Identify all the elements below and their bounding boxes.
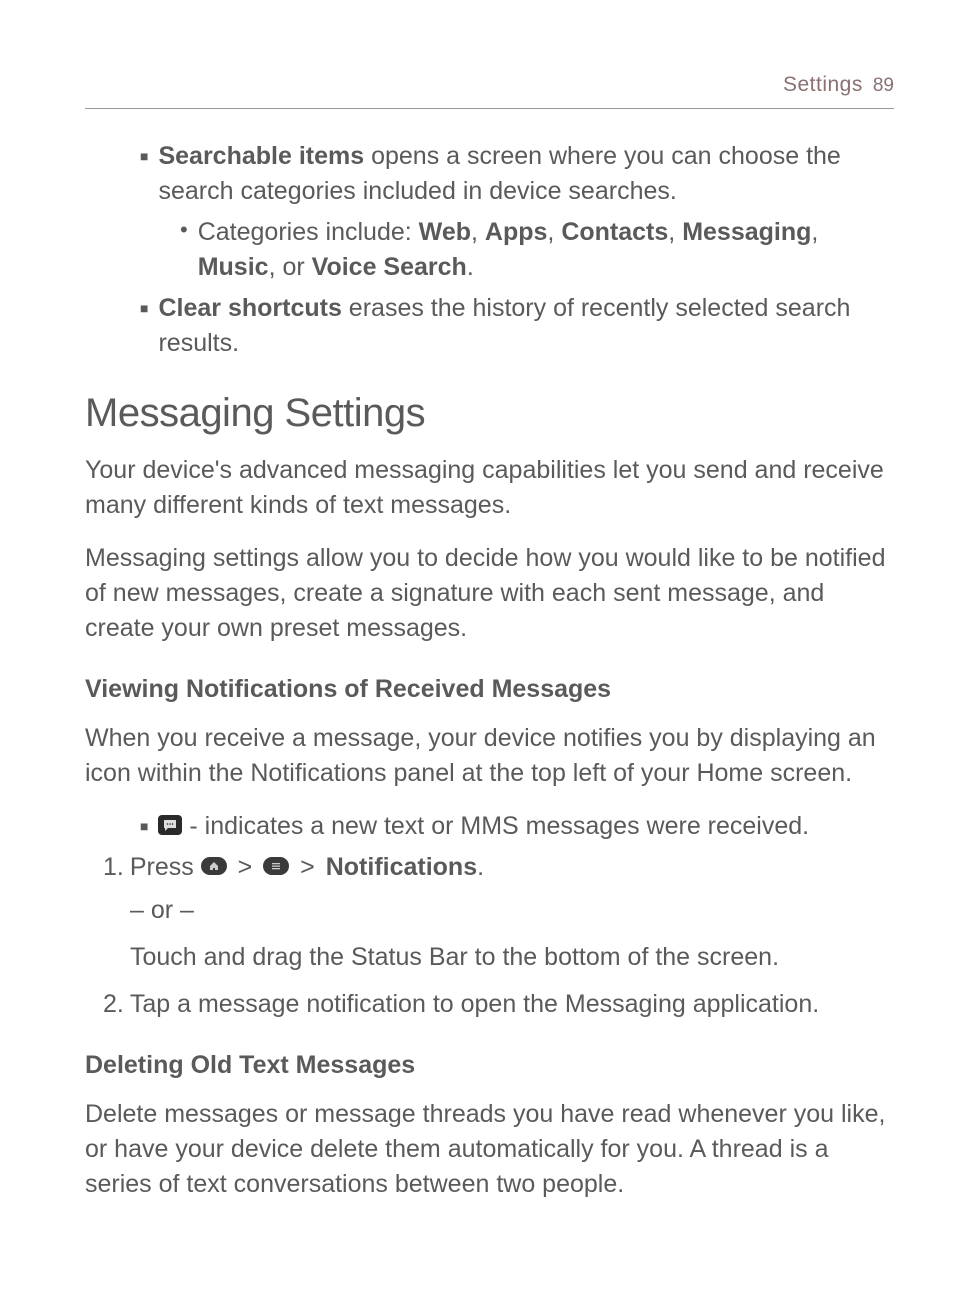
bullet-text: - indicates a new text or MMS messages w… (158, 809, 894, 844)
messaging-intro-2: Messaging settings allow you to decide h… (85, 541, 894, 646)
round-bullet-icon: • (180, 215, 188, 285)
subsection-deleting-old: Deleting Old Text Messages (85, 1048, 894, 1083)
bullet-message-icon: ■ - indicates a new text or MMS messages… (85, 809, 894, 844)
bullet-text: Searchable items opens a screen where yo… (158, 139, 894, 209)
bullet-clear-shortcuts: ■ Clear shortcuts erases the history of … (85, 291, 894, 361)
viewing-paragraph: When you receive a message, your device … (85, 721, 894, 791)
step-2: 2. Tap a message notification to open th… (85, 987, 894, 1022)
step-1-or: – or – (85, 893, 894, 928)
messaging-intro-1: Your device's advanced messaging capabil… (85, 453, 894, 523)
deleting-paragraph: Delete messages or message threads you h… (85, 1097, 894, 1202)
square-bullet-icon: ■ (140, 809, 148, 844)
step-1: 1. Press > > Notifications. (85, 850, 894, 885)
header-section-label: Settings (783, 70, 863, 99)
square-bullet-icon: ■ (140, 291, 148, 361)
bullet-searchable-items: ■ Searchable items opens a screen where … (85, 139, 894, 209)
menu-button-icon (263, 857, 289, 875)
number-marker-2: 2. (103, 987, 124, 1022)
bullet-text: Clear shortcuts erases the history of re… (158, 291, 894, 361)
header-page-number: 89 (873, 73, 894, 100)
subsection-viewing-notifications: Viewing Notifications of Received Messag… (85, 672, 894, 707)
step-text: Tap a message notification to open the M… (130, 987, 894, 1022)
page-header: Settings 89 (85, 70, 894, 109)
step-1-alt: Touch and drag the Status Bar to the bot… (85, 940, 894, 975)
message-icon (158, 815, 182, 835)
sub-bullet-categories: • Categories include: Web, Apps, Contact… (85, 215, 894, 285)
sub-bullet-text: Categories include: Web, Apps, Contacts,… (198, 215, 894, 285)
section-title-messaging: Messaging Settings (85, 385, 894, 441)
home-button-icon (201, 857, 227, 875)
step-text: Press > > Notifications. (130, 850, 894, 885)
number-marker-1: 1. (103, 850, 124, 885)
square-bullet-icon: ■ (140, 139, 148, 209)
